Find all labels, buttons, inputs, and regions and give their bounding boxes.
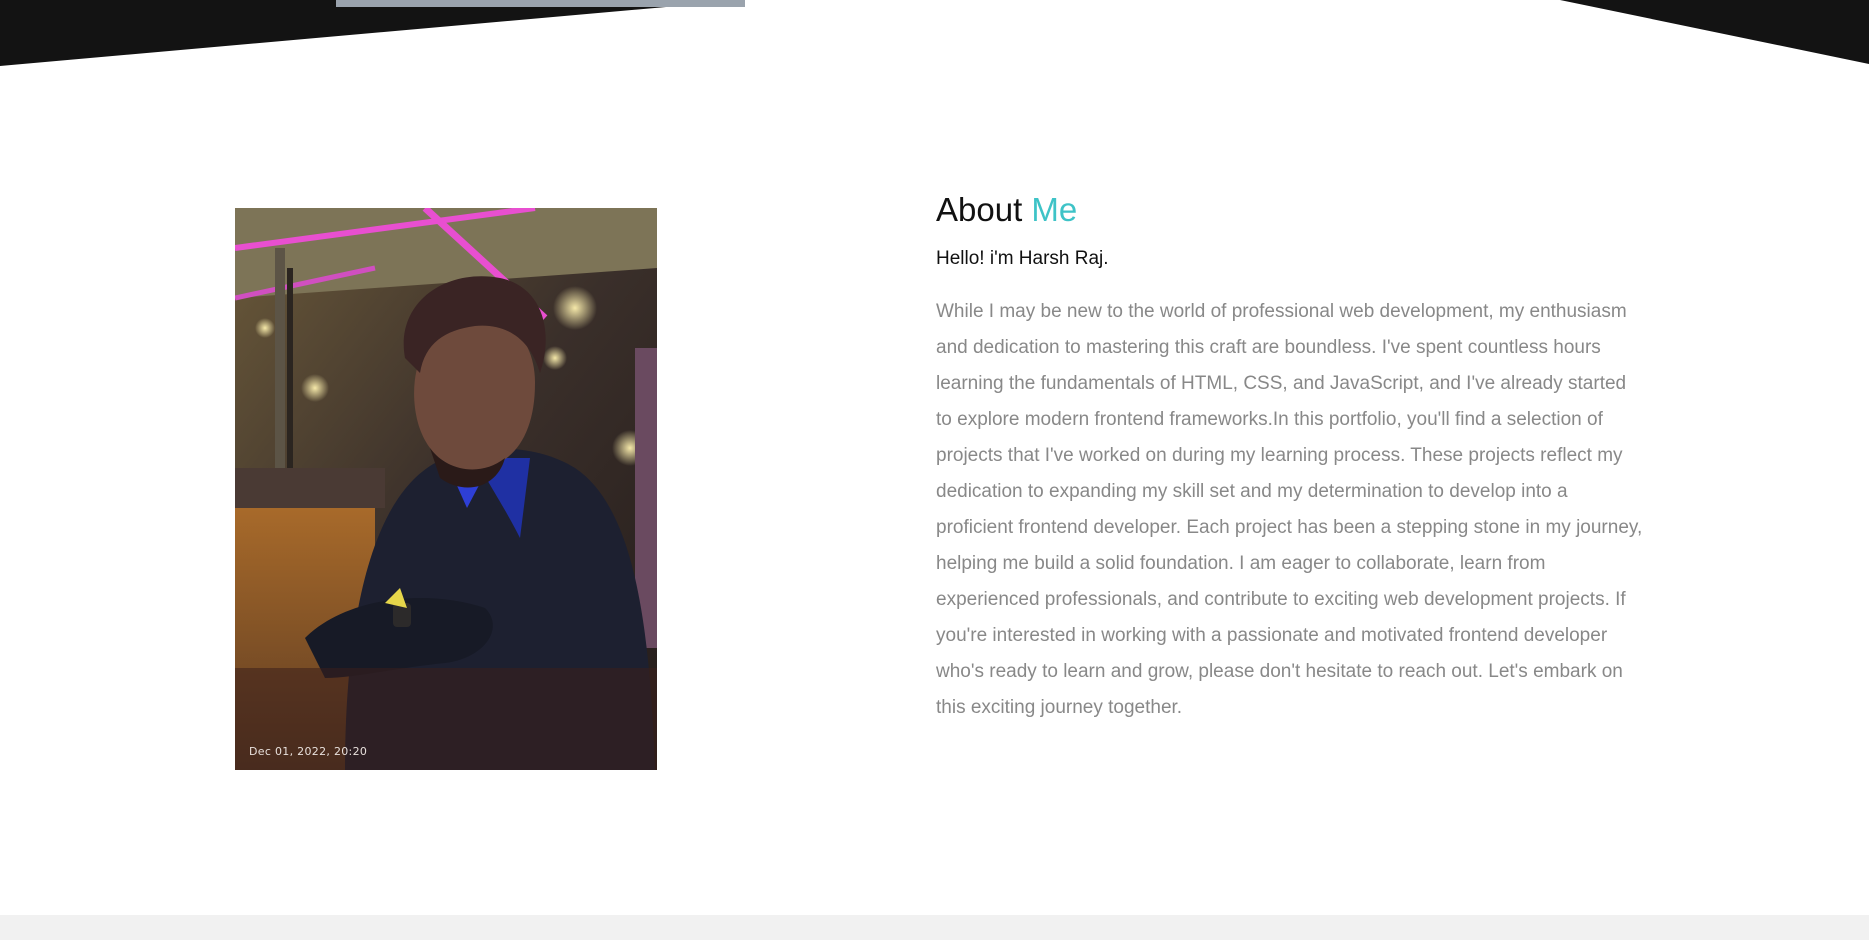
about-heading-main: About	[936, 191, 1023, 228]
photo-timestamp: Dec 01, 2022, 20:20	[249, 745, 368, 758]
about-section: Dec 01, 2022, 20:20 About Me Hello! i'm …	[0, 70, 1869, 915]
about-heading: About Me	[936, 188, 1646, 232]
profile-photo-illustration	[235, 208, 657, 770]
about-greeting: Hello! i'm Harsh Raj.	[936, 248, 1109, 269]
about-bio: While I may be new to the world of profe…	[936, 301, 1643, 718]
hero-slant-shape	[0, 0, 1869, 66]
about-content: About Me Hello! i'm Harsh Raj. While I m…	[936, 188, 1646, 726]
hero-bottom-edge	[0, 0, 1869, 70]
footer-edge	[0, 915, 1869, 940]
about-heading-accent: Me	[1031, 191, 1078, 228]
profile-photo: Dec 01, 2022, 20:20	[235, 208, 657, 770]
hero-image-edge	[336, 0, 745, 7]
